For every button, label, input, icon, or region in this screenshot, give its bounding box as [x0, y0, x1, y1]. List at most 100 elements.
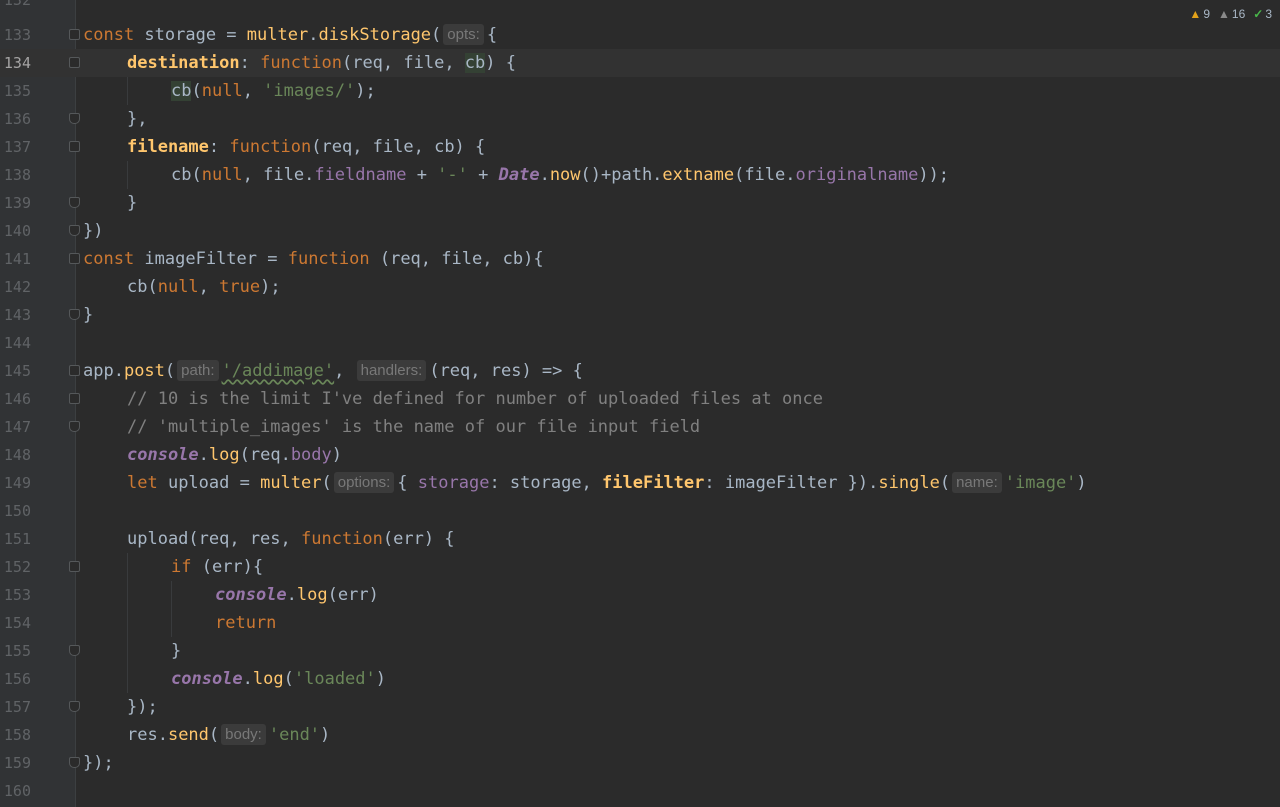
fold-toggle-icon[interactable] — [69, 365, 80, 376]
indent-guide — [127, 665, 128, 693]
token: . — [242, 669, 253, 689]
fold-end-icon[interactable] — [69, 197, 80, 208]
token: null — [157, 277, 199, 297]
line-content: return — [215, 609, 276, 637]
token: , — [334, 361, 355, 381]
code-line[interactable]: 142 cb(null, true); — [0, 273, 1280, 301]
code-line[interactable]: 146 // 10 is the limit I've defined for … — [0, 385, 1280, 413]
token: . — [198, 445, 209, 465]
code-line[interactable]: 135 cb(null, 'images/'); — [0, 77, 1280, 105]
code-line[interactable]: 138 cb(null, file.fieldname + '-' + Date… — [0, 161, 1280, 189]
line-content: const storage = multer.diskStorage(opts:… — [83, 21, 497, 49]
token: )); — [918, 165, 950, 185]
code-line[interactable]: 136 }, — [0, 105, 1280, 133]
fold-end-icon[interactable] — [69, 225, 80, 236]
code-line[interactable]: 132 — [0, 0, 1280, 14]
line-number: 156 — [3, 670, 31, 688]
token: : storage, — [489, 473, 603, 493]
token: ()+path. — [580, 165, 663, 185]
code-line[interactable]: 159 }); — [0, 749, 1280, 777]
line-content: filename: function(req, file, cb) { — [127, 133, 485, 161]
token: 'image' — [1004, 473, 1077, 493]
code-line[interactable]: 147 // 'multiple_images' is the name of … — [0, 413, 1280, 441]
fold-toggle-icon[interactable] — [69, 141, 80, 152]
token: } — [127, 193, 138, 213]
code-area[interactable]: 132 133 const storage = multer.diskStora… — [0, 0, 1280, 807]
fold-end-icon[interactable] — [69, 421, 80, 432]
line-number: 138 — [3, 166, 31, 184]
code-line[interactable]: 153 console.log(err) — [0, 581, 1280, 609]
line-number: 147 — [3, 418, 31, 436]
code-line[interactable]: 156 console.log('loaded') — [0, 665, 1280, 693]
code-line[interactable]: 148 console.log(req.body) — [0, 441, 1280, 469]
code-line[interactable]: 139 } — [0, 189, 1280, 217]
line-content: console.log(err) — [215, 581, 379, 609]
line-number: 142 — [3, 278, 31, 296]
code-line[interactable]: 133 const storage = multer.diskStorage(o… — [0, 21, 1280, 49]
token: upload = — [157, 473, 261, 493]
code-line[interactable]: 140 }) — [0, 217, 1280, 245]
fold-end-icon[interactable] — [69, 309, 80, 320]
token: , — [242, 81, 264, 101]
code-line[interactable]: 154 return — [0, 609, 1280, 637]
code-line[interactable]: 149 let upload = multer(options:{ storag… — [0, 469, 1280, 497]
fold-toggle-icon[interactable] — [69, 29, 80, 40]
line-number: 144 — [3, 334, 31, 352]
code-line[interactable]: 155 } — [0, 637, 1280, 665]
token: send — [167, 725, 209, 745]
indent-guide — [127, 553, 128, 581]
token: app. — [83, 361, 124, 381]
code-line[interactable]: 158 res.send(body:'end') — [0, 721, 1280, 749]
code-line[interactable]: 157 }); — [0, 693, 1280, 721]
token: . — [539, 165, 550, 185]
code-line[interactable]: 151 upload(req, res, function(err) { — [0, 525, 1280, 553]
fold-toggle-icon[interactable] — [69, 393, 80, 404]
fold-toggle-icon[interactable] — [69, 253, 80, 264]
token: console — [215, 585, 287, 605]
token: log — [296, 585, 328, 605]
code-line[interactable]: 143 } — [0, 301, 1280, 329]
token: imageFilter = — [134, 249, 288, 269]
code-line[interactable]: 145 app.post(path: '/addimage', handlers:… — [0, 357, 1280, 385]
token: (file. — [734, 165, 796, 185]
param-hint: body: — [221, 724, 266, 745]
code-line[interactable]: 137 filename: function(req, file, cb) { — [0, 133, 1280, 161]
fold-toggle-icon[interactable] — [69, 561, 80, 572]
fold-end-icon[interactable] — [69, 757, 80, 768]
token: ( — [191, 81, 202, 101]
token: originalname — [795, 165, 919, 185]
token: ( — [431, 25, 442, 45]
fold-end-icon[interactable] — [69, 701, 80, 712]
token: function — [287, 249, 370, 269]
token: storage = — [134, 25, 247, 45]
token: diskStorage — [318, 25, 432, 45]
token: res. — [127, 725, 168, 745]
token: : — [208, 137, 230, 157]
code-line[interactable]: 144 — [0, 329, 1280, 357]
token: 'loaded' — [293, 669, 376, 689]
code-line[interactable]: 152 if (err){ — [0, 553, 1280, 581]
fold-end-icon[interactable] — [69, 113, 80, 124]
line-content: res.send(body:'end') — [127, 721, 330, 749]
token: . — [286, 585, 297, 605]
token: }, — [127, 109, 148, 129]
code-line-current[interactable]: 134 destination: function(req, file, cb)… — [0, 49, 1280, 77]
token: cb — [171, 81, 192, 101]
token: (req, res) => { — [429, 361, 583, 381]
code-line[interactable]: 160 — [0, 777, 1280, 805]
line-number: 154 — [3, 614, 31, 632]
code-editor[interactable]: ▲ 9 ▲ 16 ✓ 3 132 133 const storage = multer… — [0, 0, 1280, 807]
line-content: let upload = multer(options:{ storage: s… — [127, 469, 1087, 497]
fold-end-icon[interactable] — [69, 645, 80, 656]
line-number: 158 — [3, 726, 31, 744]
token: ) — [320, 725, 331, 745]
line-content: if (err){ — [171, 553, 263, 581]
token: (err){ — [191, 557, 264, 577]
token: '-' — [437, 165, 468, 185]
token: Date — [498, 165, 540, 185]
code-line[interactable]: 141 const imageFilter = function (req, f… — [0, 245, 1280, 273]
line-number: 160 — [3, 782, 31, 800]
fold-toggle-icon[interactable] — [69, 57, 80, 68]
line-content: } — [127, 189, 137, 217]
code-line[interactable]: 150 — [0, 497, 1280, 525]
